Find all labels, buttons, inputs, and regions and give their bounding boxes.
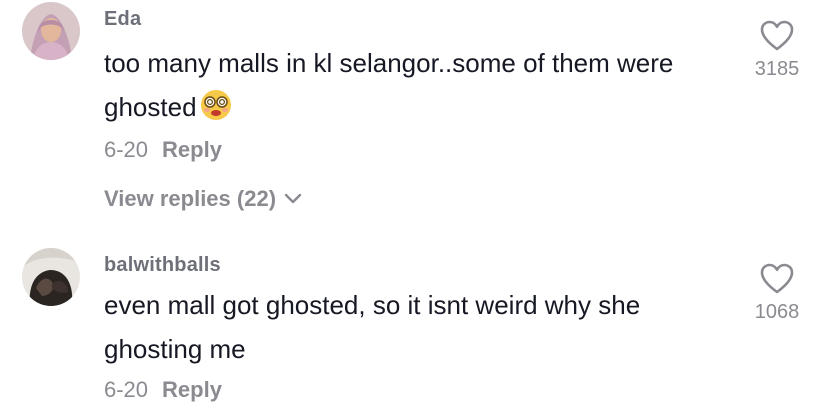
view-replies-label: View replies (22) — [104, 186, 277, 211]
like-count: 1068 — [754, 301, 800, 323]
heart-icon[interactable] — [760, 263, 794, 295]
comment-item: Eda too many malls in kl selangor..some … — [0, 0, 827, 230]
dizzy-face-emoji — [199, 88, 233, 122]
comment-text-content: even mall got ghosted, so it isnt weird … — [104, 290, 641, 364]
reply-button[interactable]: Reply — [162, 137, 222, 162]
avatar[interactable] — [22, 248, 80, 306]
chevron-down-icon — [284, 193, 302, 204]
reply-button[interactable]: Reply — [162, 377, 222, 402]
comment-text-content: too many malls in kl selangor..some of t… — [104, 48, 674, 122]
like-count: 3185 — [754, 58, 800, 80]
comment-meta: 6-20 Reply — [104, 137, 222, 163]
comment-text: even mall got ghosted, so it isnt weird … — [104, 283, 724, 371]
comment-username[interactable]: Eda — [104, 8, 141, 31]
comment-username[interactable]: balwithballs — [104, 254, 221, 277]
comment-text: too many malls in kl selangor..some of t… — [104, 41, 724, 129]
comment-date: 6-20 — [104, 377, 149, 402]
heart-icon[interactable] — [760, 20, 794, 52]
view-replies-button[interactable]: View replies (22) — [104, 186, 302, 212]
comment-date: 6-20 — [104, 137, 149, 162]
comment-item: balwithballs even mall got ghosted, so i… — [0, 240, 827, 409]
avatar[interactable] — [22, 2, 80, 60]
like-block: 3185 — [747, 20, 807, 81]
like-block: 1068 — [747, 263, 807, 324]
comment-meta: 6-20 Reply — [104, 377, 222, 403]
